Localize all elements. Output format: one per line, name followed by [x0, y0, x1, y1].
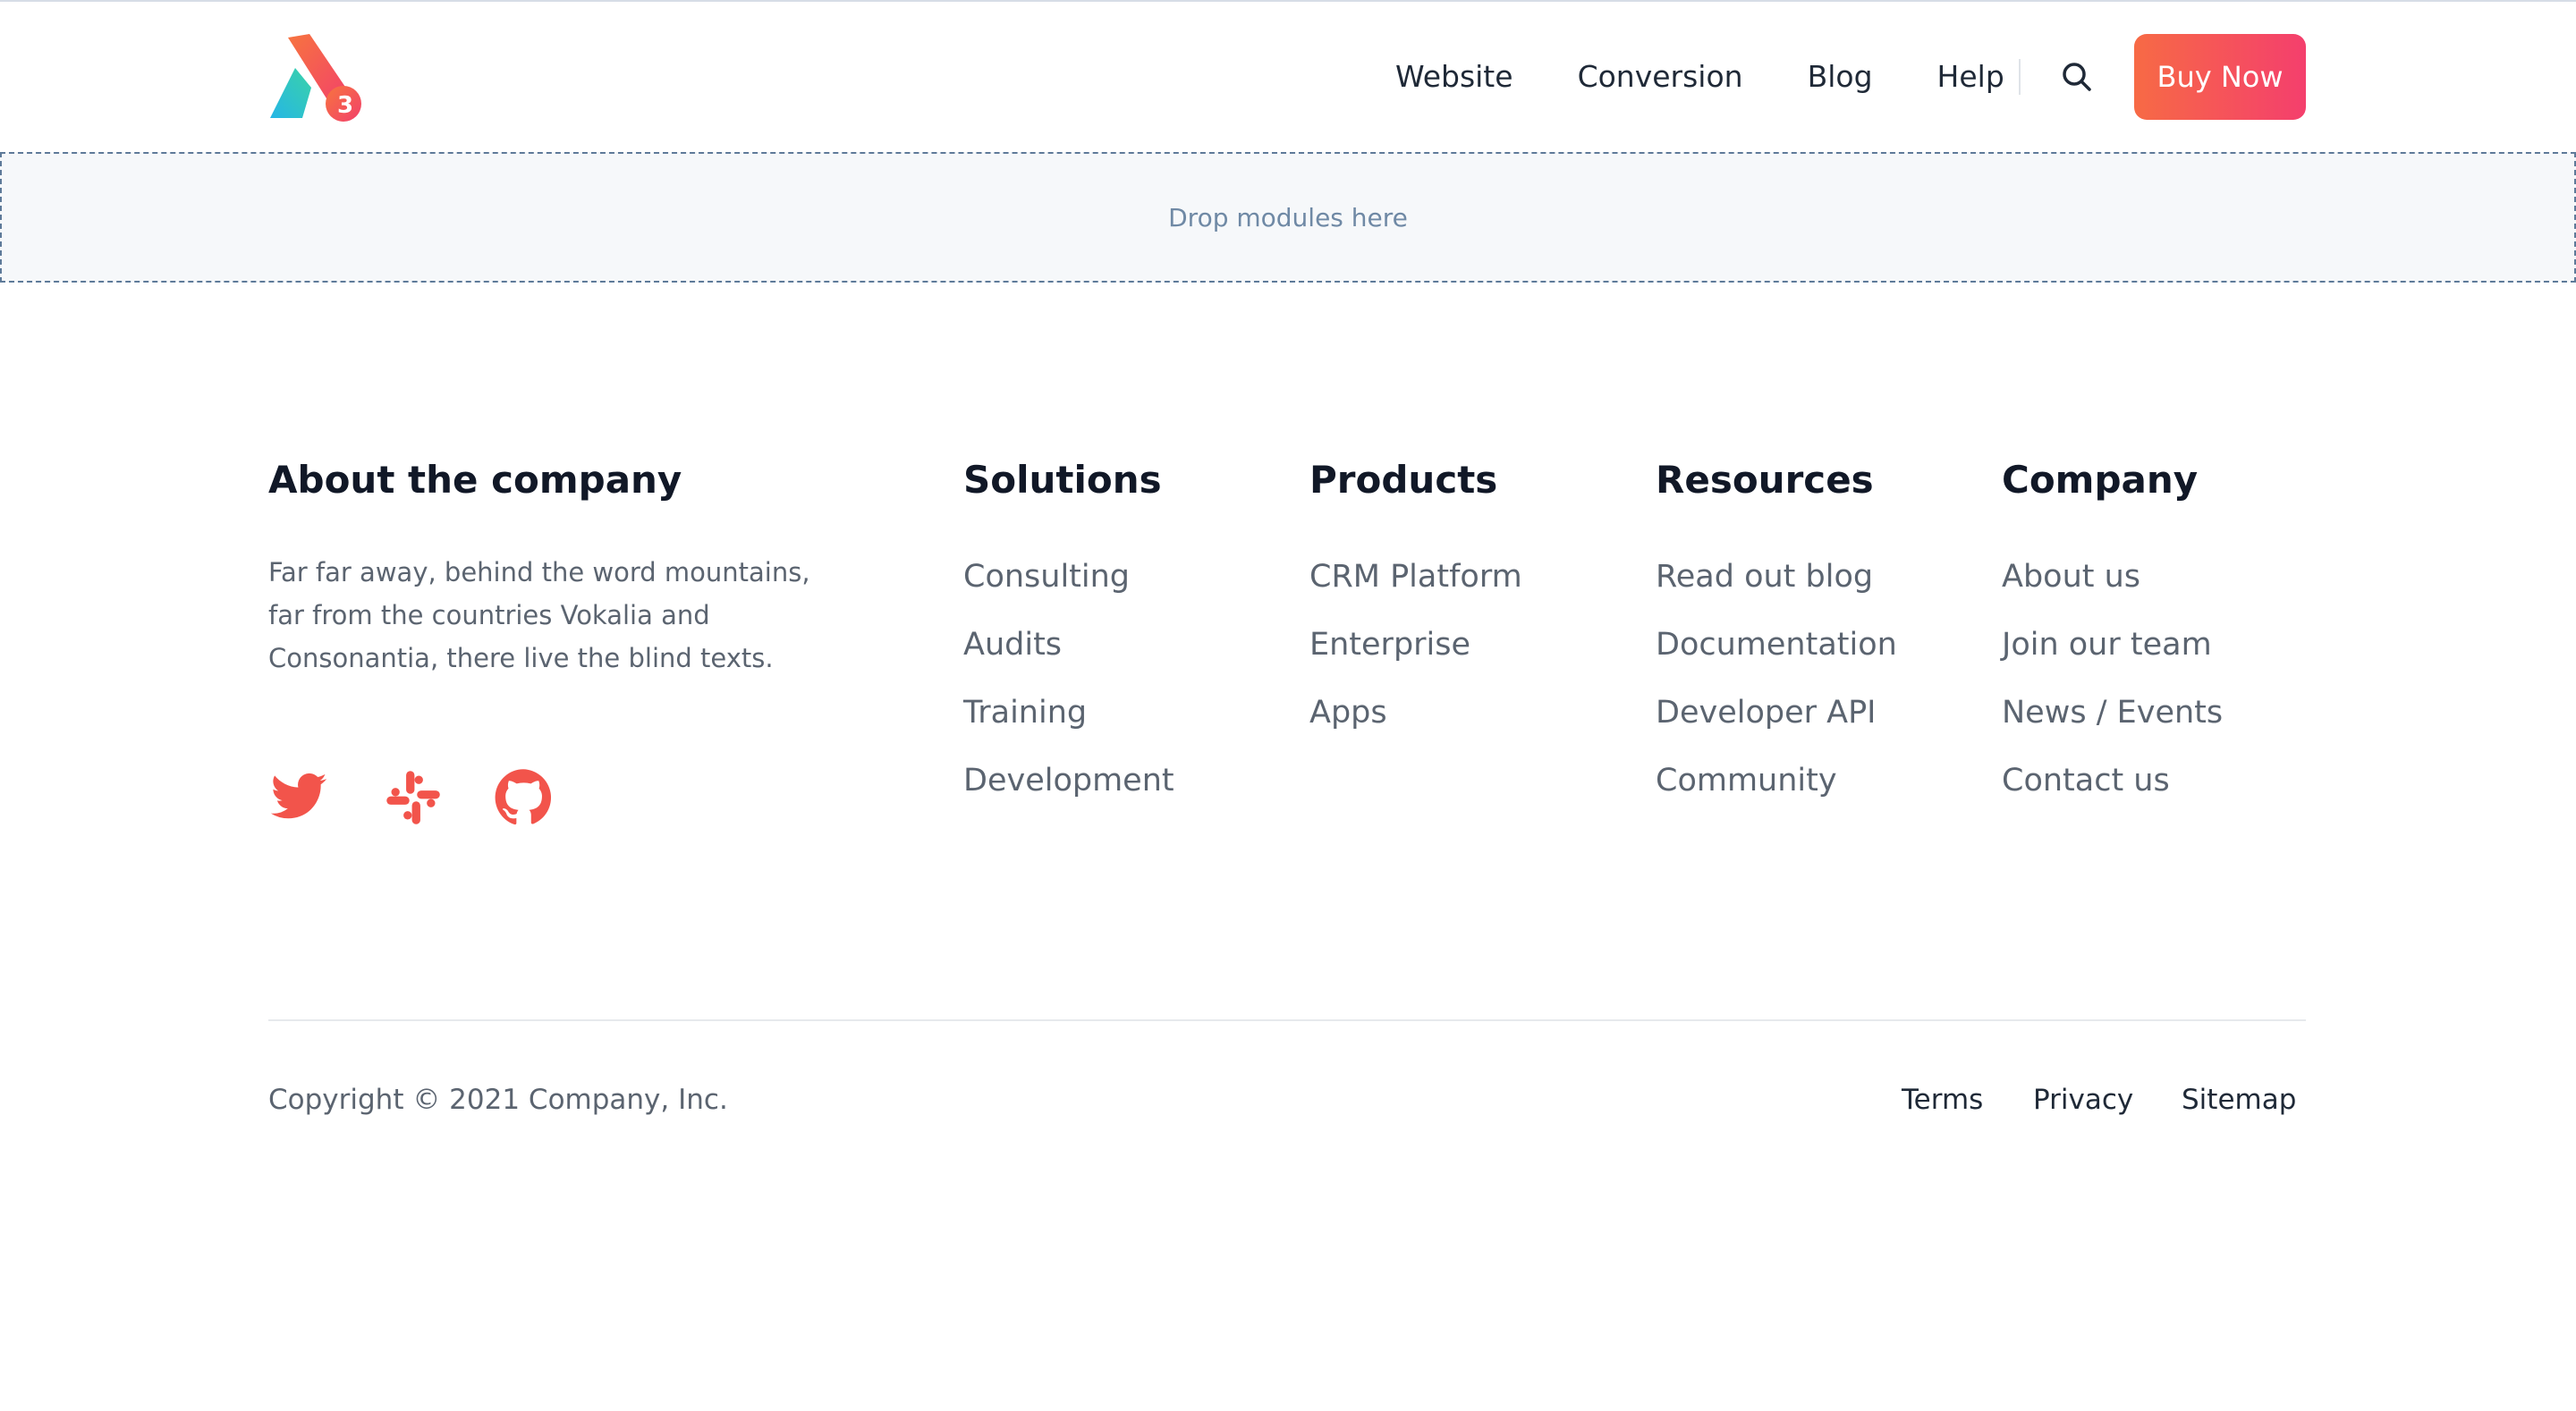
footer-link-apps[interactable]: Apps: [1309, 690, 1522, 758]
footer-link-community[interactable]: Community: [1656, 758, 1897, 826]
resources-links: Read out blog Documentation Developer AP…: [1656, 554, 1897, 826]
products-heading: Products: [1309, 458, 1498, 502]
solutions-heading: Solutions: [963, 458, 1162, 502]
search-button[interactable]: [2059, 59, 2095, 95]
footer-link-consulting[interactable]: Consulting: [963, 554, 1174, 622]
github-link[interactable]: [493, 767, 554, 828]
footer-link-crm-platform[interactable]: CRM Platform: [1309, 554, 1522, 622]
slack-icon: [386, 771, 440, 824]
company-links: About us Join our team News / Events Con…: [2002, 554, 2223, 826]
footer-link-developer-api[interactable]: Developer API: [1656, 690, 1897, 758]
logo[interactable]: 3: [268, 32, 367, 122]
footer-link-audits[interactable]: Audits: [963, 622, 1174, 690]
search-icon: [2063, 63, 2091, 91]
nav-help[interactable]: Help: [1937, 59, 2004, 94]
terms-link[interactable]: Terms: [1902, 1084, 1983, 1116]
site-header: 3 Website Conversion Blog Help Buy Now: [0, 0, 2576, 154]
sitemap-link[interactable]: Sitemap: [2182, 1084, 2296, 1116]
nav-website[interactable]: Website: [1395, 59, 1513, 94]
footer-link-news-events[interactable]: News / Events: [2002, 690, 2223, 758]
footer-link-about-us[interactable]: About us: [2002, 554, 2223, 622]
footer-link-enterprise[interactable]: Enterprise: [1309, 622, 1522, 690]
github-icon: [495, 769, 552, 825]
footer-link-blog[interactable]: Read out blog: [1656, 554, 1897, 622]
about-heading: About the company: [268, 458, 682, 502]
about-text: Far far away, behind the word mountains,…: [268, 557, 810, 673]
footer-link-development[interactable]: Development: [963, 758, 1174, 826]
module-dropzone[interactable]: Drop modules here: [0, 152, 2576, 283]
a3-logo-icon: 3: [270, 34, 361, 122]
slack-link[interactable]: [383, 767, 444, 828]
footer-link-documentation[interactable]: Documentation: [1656, 622, 1897, 690]
footer-link-training[interactable]: Training: [963, 690, 1174, 758]
company-heading: Company: [2002, 458, 2199, 502]
products-links: CRM Platform Enterprise Apps: [1309, 554, 1522, 758]
nav-divider: [2019, 59, 2021, 95]
footer-link-join-team[interactable]: Join our team: [2002, 622, 2223, 690]
twitter-icon: [270, 773, 327, 819]
buy-now-button[interactable]: Buy Now: [2134, 34, 2306, 120]
dropzone-text: Drop modules here: [1168, 202, 1408, 232]
footer-link-contact-us[interactable]: Contact us: [2002, 758, 2223, 826]
nav-blog[interactable]: Blog: [1808, 59, 1873, 94]
solutions-links: Consulting Audits Training Development: [963, 554, 1174, 826]
twitter-link[interactable]: [268, 767, 329, 828]
nav-conversion[interactable]: Conversion: [1578, 59, 1743, 94]
footer-divider: [268, 1019, 2306, 1021]
privacy-link[interactable]: Privacy: [2033, 1084, 2133, 1116]
copyright-text: Copyright © 2021 Company, Inc.: [268, 1084, 728, 1116]
svg-text:3: 3: [337, 92, 353, 119]
resources-heading: Resources: [1656, 458, 1874, 502]
main-nav: Website Conversion Blog Help: [1395, 46, 2004, 106]
